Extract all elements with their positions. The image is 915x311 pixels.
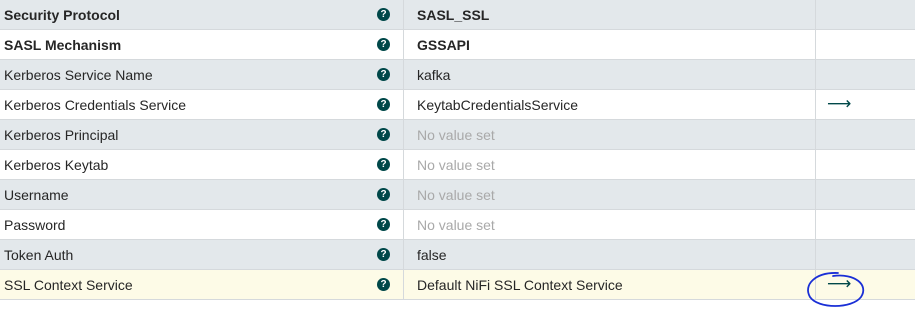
property-name: Kerberos Keytab (4, 156, 109, 173)
properties-table: Security Protocol? SASL_SSL SASL Mechanism… (0, 0, 915, 300)
property-value: No value set (417, 186, 495, 203)
property-row[interactable]: Username? No value set (0, 180, 915, 210)
property-name-cell: Kerberos Service Name? (0, 60, 404, 89)
property-name: SASL Mechanism (4, 36, 122, 53)
property-value: kafka (417, 66, 451, 83)
help-icon[interactable]: ? (377, 68, 390, 81)
help-icon[interactable]: ? (377, 248, 390, 261)
property-action-cell (816, 240, 915, 269)
property-row[interactable]: Kerberos Service Name? kafka (0, 60, 915, 90)
property-name: Username (4, 186, 69, 203)
property-action-cell (816, 150, 915, 179)
property-value: Default NiFi SSL Context Service (417, 276, 623, 293)
property-name-cell: Token Auth? (0, 240, 404, 269)
property-name: Security Protocol (4, 6, 120, 23)
property-name-cell: SASL Mechanism? (0, 30, 404, 59)
property-row[interactable]: Security Protocol? SASL_SSL (0, 0, 915, 30)
property-row[interactable]: SSL Context Service? Default NiFi SSL Con… (0, 270, 915, 300)
property-value: No value set (417, 216, 495, 233)
property-row[interactable]: Kerberos Principal? No value set (0, 120, 915, 150)
help-icon[interactable]: ? (377, 278, 390, 291)
property-value: SASL_SSL (417, 6, 490, 23)
property-value-cell[interactable]: No value set (404, 210, 816, 239)
property-action-cell: ⟶ (816, 270, 915, 299)
property-value-cell[interactable]: kafka (404, 60, 816, 89)
property-name: SSL Context Service (4, 276, 133, 293)
property-name: Kerberos Principal (4, 126, 119, 143)
property-action-cell (816, 210, 915, 239)
property-name-cell: Username? (0, 180, 404, 209)
help-icon[interactable]: ? (377, 158, 390, 171)
property-name-cell: Kerberos Credentials Service? (0, 90, 404, 119)
property-action-cell (816, 30, 915, 59)
property-value: No value set (417, 126, 495, 143)
property-name-cell: Security Protocol? (0, 0, 404, 29)
property-name: Kerberos Service Name (4, 66, 153, 83)
property-row[interactable]: Kerberos Keytab? No value set (0, 150, 915, 180)
property-value-cell[interactable]: No value set (404, 150, 816, 179)
property-action-cell (816, 120, 915, 149)
property-row[interactable]: Password? No value set (0, 210, 915, 240)
property-value-cell[interactable]: SASL_SSL (404, 0, 816, 29)
property-name-cell: Password? (0, 210, 404, 239)
property-action-cell: ⟶ (816, 90, 915, 119)
property-value-cell[interactable]: GSSAPI (404, 30, 816, 59)
property-value-cell[interactable]: No value set (404, 120, 816, 149)
help-icon[interactable]: ? (377, 188, 390, 201)
property-value: false (417, 246, 447, 263)
goto-arrow-icon[interactable]: ⟶ (827, 276, 851, 293)
goto-arrow-icon[interactable]: ⟶ (827, 96, 851, 113)
property-name-cell: SSL Context Service? (0, 270, 404, 299)
property-value: KeytabCredentialsService (417, 96, 579, 113)
help-icon[interactable]: ? (377, 8, 390, 21)
property-name: Kerberos Credentials Service (4, 96, 187, 113)
property-value-cell[interactable]: false (404, 240, 816, 269)
property-value: No value set (417, 156, 495, 173)
property-name: Password (4, 216, 66, 233)
property-action-cell (816, 0, 915, 29)
property-row[interactable]: Kerberos Credentials Service? KeytabCrede… (0, 90, 915, 120)
property-row[interactable]: Token Auth? false (0, 240, 915, 270)
help-icon[interactable]: ? (377, 98, 390, 111)
property-action-cell (816, 180, 915, 209)
help-icon[interactable]: ? (377, 38, 390, 51)
help-icon[interactable]: ? (377, 128, 390, 141)
property-value-cell[interactable]: KeytabCredentialsService (404, 90, 816, 119)
property-name-cell: Kerberos Principal? (0, 120, 404, 149)
help-icon[interactable]: ? (377, 218, 390, 231)
property-name: Token Auth (4, 246, 74, 263)
property-value: GSSAPI (417, 36, 470, 53)
property-action-cell (816, 60, 915, 89)
property-value-cell[interactable]: No value set (404, 180, 816, 209)
property-row[interactable]: SASL Mechanism? GSSAPI (0, 30, 915, 60)
property-value-cell[interactable]: Default NiFi SSL Context Service (404, 270, 816, 299)
property-name-cell: Kerberos Keytab? (0, 150, 404, 179)
